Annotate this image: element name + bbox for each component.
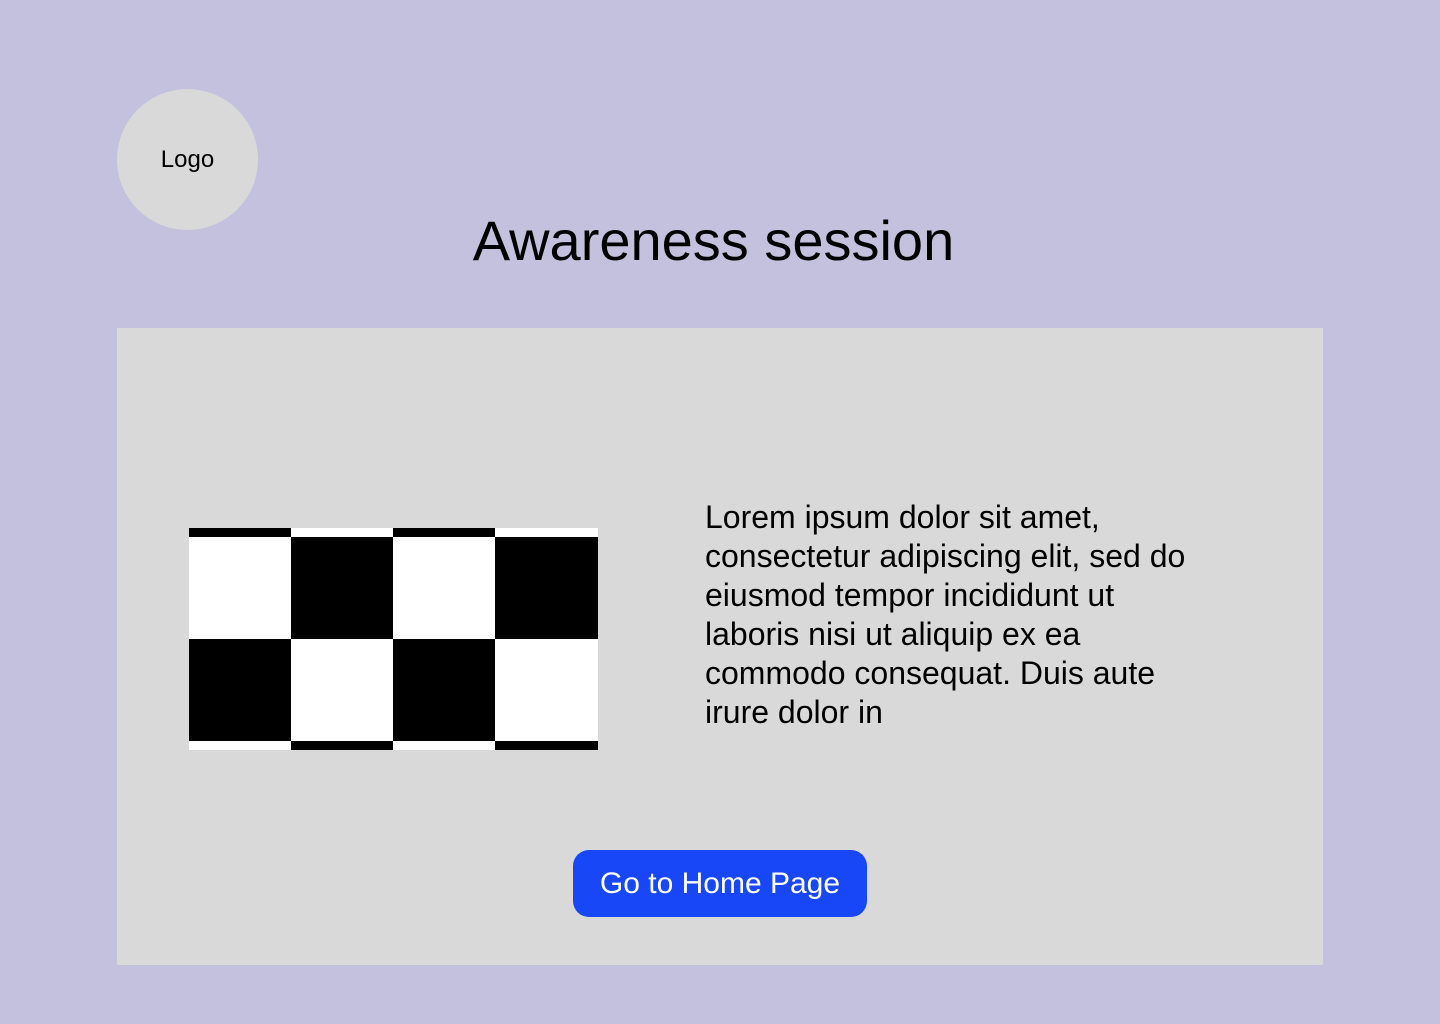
go-to-home-page-button[interactable]: Go to Home Page bbox=[573, 850, 867, 917]
page-title: Awareness session bbox=[472, 209, 955, 272]
checkerboard-image bbox=[189, 528, 598, 750]
description-text: Lorem ipsum dolor sit amet, consectetur … bbox=[705, 499, 1186, 730]
content-card: Lorem ipsum dolor sit amet, consectetur … bbox=[117, 328, 1323, 965]
logo-label: Logo bbox=[160, 145, 215, 173]
